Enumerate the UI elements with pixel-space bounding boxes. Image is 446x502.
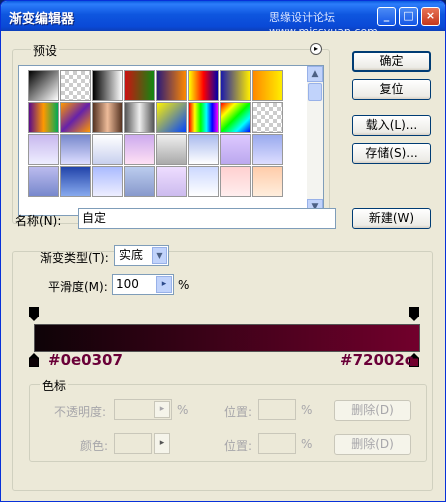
maximize-icon[interactable]: □ [399, 7, 418, 26]
gradient-swatch[interactable] [60, 166, 91, 197]
ok-button[interactable]: 确定 [352, 51, 431, 72]
swatch-grid [27, 70, 307, 198]
opacity-location-unit: % [301, 403, 313, 417]
opacity-label: 不透明度: [54, 405, 107, 419]
gradient-swatch[interactable] [28, 70, 59, 101]
stops-label: 色标 [40, 377, 69, 394]
color-stop-left[interactable] [29, 353, 39, 367]
scroll-thumb[interactable] [308, 83, 322, 101]
opacity-input[interactable]: ▸ [114, 399, 172, 420]
smoothness-input[interactable]: 100 ▸ [112, 274, 174, 295]
gradient-swatch[interactable] [220, 166, 251, 197]
gradient-swatch[interactable] [156, 134, 187, 165]
color-menu-arrow-icon[interactable]: ▸ [154, 433, 170, 454]
preset-swatch-list: ▲ ▼ [18, 65, 324, 216]
gradient-swatch[interactable] [28, 102, 59, 133]
gradient-type-label: 渐变类型(T): [40, 251, 109, 265]
dialog-body: 预设 ▸ ▲ ▼ 确定 复位 载入(L)... 存储(S)... 名称(N): … [4, 31, 442, 499]
color-location-input[interactable] [258, 433, 296, 454]
scroll-up-icon[interactable]: ▲ [307, 66, 323, 82]
smoothness-label: 平滑度(M): [48, 280, 108, 294]
gradient-swatch[interactable] [188, 102, 219, 133]
smoothness-unit: % [178, 278, 190, 292]
gradient-swatch[interactable] [220, 70, 251, 101]
gradient-swatch[interactable] [60, 70, 91, 101]
gradient-swatch[interactable] [252, 102, 283, 133]
color-label: 颜色: [80, 439, 109, 453]
gradient-swatch[interactable] [252, 134, 283, 165]
reset-button[interactable]: 复位 [352, 79, 431, 100]
smoothness-value: 100 [116, 277, 139, 291]
gradient-swatch[interactable] [124, 70, 155, 101]
opacity-stop-left[interactable] [29, 307, 39, 321]
delete-color-stop-button[interactable]: 删除(D) [334, 434, 411, 455]
gradient-type-value: 实底 [119, 248, 144, 262]
name-label: 名称(N): [15, 214, 62, 228]
gradient-swatch[interactable] [156, 166, 187, 197]
minimize-icon[interactable]: _ [377, 7, 396, 26]
slider-arrow-icon[interactable]: ▸ [156, 276, 172, 293]
gradient-swatch[interactable] [188, 166, 219, 197]
color-swatch-input[interactable] [114, 433, 152, 454]
gradient-swatch[interactable] [92, 166, 123, 197]
delete-opacity-stop-button[interactable]: 删除(D) [334, 400, 411, 421]
gradient-swatch[interactable] [188, 70, 219, 101]
opacity-stop-right[interactable] [409, 307, 419, 321]
gradient-swatch[interactable] [60, 102, 91, 133]
end-color-hex: #72002c [340, 351, 414, 369]
gradient-swatch[interactable] [124, 166, 155, 197]
color-location-label: 位置: [224, 439, 253, 453]
gradient-swatch[interactable] [60, 134, 91, 165]
opacity-unit: % [177, 403, 189, 417]
gradient-editor-window: 渐变编辑器 思缘设计论坛 www.missyuan.com _ □ × 预设 ▸… [0, 0, 446, 502]
opacity-slider-icon[interactable]: ▸ [154, 401, 170, 418]
name-input[interactable]: 自定 [78, 208, 336, 229]
gradient-swatch[interactable] [28, 134, 59, 165]
window-title: 渐变编辑器 [9, 12, 75, 27]
title-bar[interactable]: 渐变编辑器 思缘设计论坛 www.missyuan.com _ □ × [1, 1, 445, 38]
gradient-swatch[interactable] [220, 134, 251, 165]
gradient-swatch[interactable] [92, 134, 123, 165]
opacity-location-label: 位置: [224, 405, 253, 419]
gradient-swatch[interactable] [92, 102, 123, 133]
new-button[interactable]: 新建(W) [352, 208, 431, 229]
gradient-swatch[interactable] [220, 102, 251, 133]
gradient-swatch[interactable] [156, 70, 187, 101]
gradient-swatch[interactable] [92, 70, 123, 101]
gradient-swatch[interactable] [124, 102, 155, 133]
gradient-type-select[interactable]: 实底 ▼ [114, 245, 169, 266]
gradient-swatch[interactable] [156, 102, 187, 133]
load-button[interactable]: 载入(L)... [352, 115, 431, 136]
gradient-preview-bar[interactable] [34, 324, 420, 352]
save-button[interactable]: 存储(S)... [352, 143, 431, 164]
chevron-down-icon[interactable]: ▼ [152, 247, 167, 264]
close-icon[interactable]: × [421, 7, 440, 26]
start-color-hex: #0e0307 [48, 351, 123, 369]
gradient-swatch[interactable] [28, 166, 59, 197]
vertical-scrollbar[interactable]: ▲ ▼ [307, 66, 323, 215]
gradient-swatch[interactable] [188, 134, 219, 165]
opacity-location-input[interactable] [258, 399, 296, 420]
circle-arrow-icon[interactable]: ▸ [310, 43, 322, 55]
gradient-swatch[interactable] [124, 134, 155, 165]
color-location-unit: % [301, 437, 313, 451]
presets-label: 预设 [31, 42, 60, 59]
gradient-swatch[interactable] [252, 166, 283, 197]
gradient-swatch[interactable] [252, 70, 283, 101]
